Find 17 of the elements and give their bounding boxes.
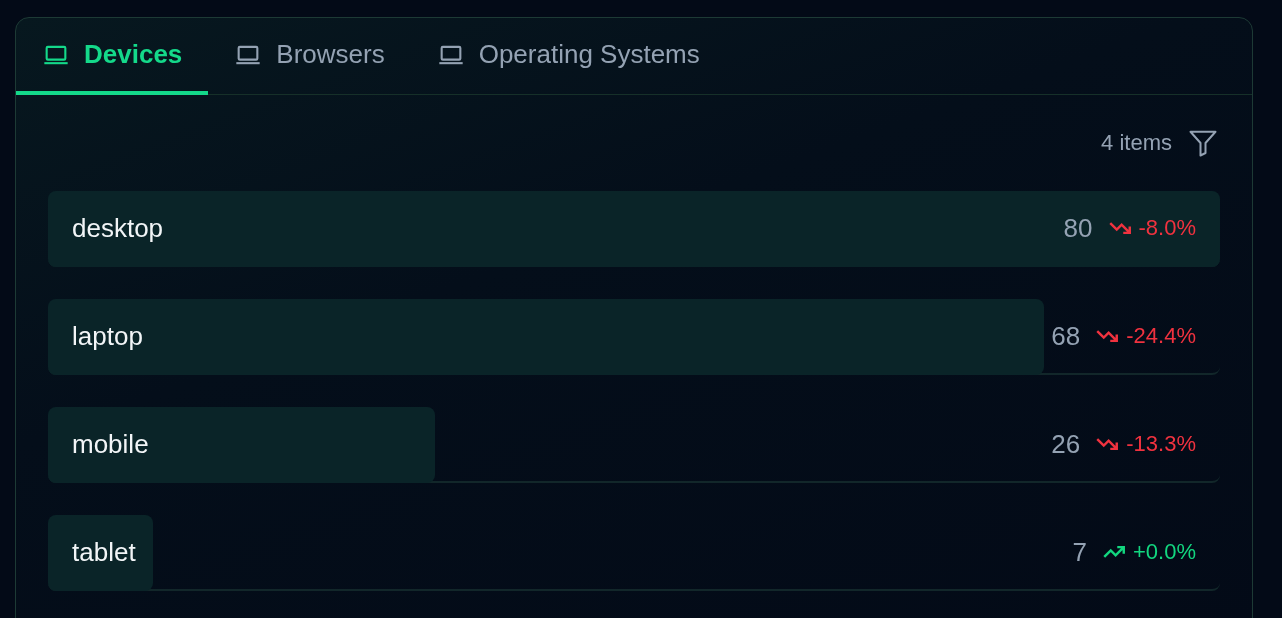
tab[interactable]: Browsers bbox=[208, 18, 411, 95]
row-label: laptop bbox=[72, 320, 144, 352]
filter-icon[interactable] bbox=[1188, 128, 1218, 158]
change-percent: -13.3% bbox=[1126, 431, 1196, 457]
row-value: 7 bbox=[1072, 536, 1087, 568]
row-value: 80 bbox=[1063, 212, 1093, 244]
row-label: desktop bbox=[72, 212, 165, 244]
tab[interactable]: Operating Systems bbox=[410, 18, 726, 95]
row-label: mobile bbox=[72, 428, 150, 460]
row-value: 68 bbox=[1051, 320, 1081, 352]
row-label: tablet bbox=[72, 536, 137, 568]
change-percent: +0.0% bbox=[1133, 539, 1196, 565]
tab[interactable]: Devices bbox=[16, 18, 209, 95]
item-count: 4 items bbox=[1101, 130, 1172, 156]
change-percent: -8.0% bbox=[1138, 215, 1196, 241]
change-percent: -24.4% bbox=[1126, 323, 1196, 349]
row-value: 26 bbox=[1051, 428, 1081, 460]
